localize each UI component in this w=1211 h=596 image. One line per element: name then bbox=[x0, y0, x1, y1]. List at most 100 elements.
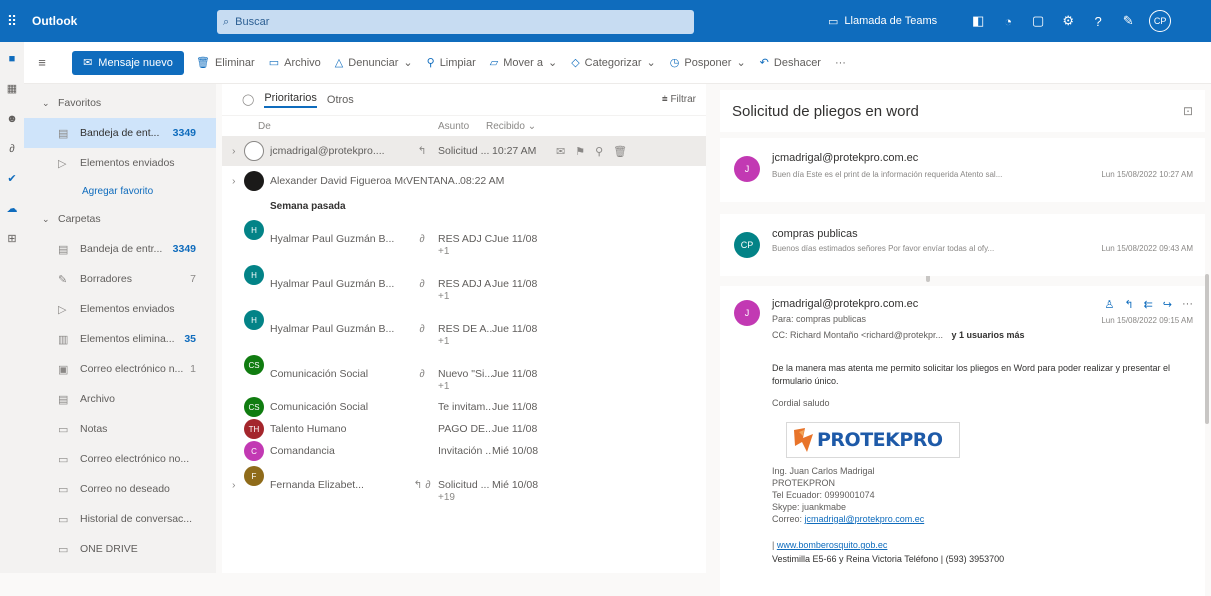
filter-label: Filtrar bbox=[670, 94, 696, 105]
flag-icon[interactable]: ⚑ bbox=[575, 145, 585, 158]
website-link[interactable]: www.bomberosquito.gob.ec bbox=[777, 540, 888, 550]
snooze-button[interactable]: ◷ Posponer ⌄ bbox=[670, 56, 746, 70]
group-header[interactable]: Semana pasada bbox=[222, 196, 706, 216]
table-row[interactable]: H Hyalmar Paul Guzmán B... ∂ RES ADJ A...Ju… bbox=[222, 261, 706, 306]
undo-button[interactable]: ↶ Deshacer bbox=[760, 56, 821, 70]
folder-conversation-history[interactable]: ▭ Historial de conversac... bbox=[24, 504, 216, 534]
move-to-button[interactable]: ▱ Mover a ⌄ bbox=[490, 56, 557, 70]
unread-count: 35 bbox=[184, 333, 196, 345]
table-row[interactable]: H Hyalmar Paul Guzmán B... ∂ RES ADJ C...Ju… bbox=[222, 216, 706, 261]
reply-all-icon[interactable]: ⇇ bbox=[1144, 298, 1153, 311]
trash-icon: ▥ bbox=[58, 333, 69, 346]
search-input[interactable]: ⌕ Buscar bbox=[217, 10, 694, 34]
like-icon[interactable]: ♙ bbox=[1104, 298, 1114, 311]
add-favorite-link[interactable]: Agregar favorito bbox=[24, 178, 216, 204]
folder-drafts[interactable]: ✎ Borradores 7 bbox=[24, 264, 216, 294]
folder-favorite-sent[interactable]: ▷ Elementos enviados bbox=[24, 148, 216, 178]
tab-other[interactable]: Otros bbox=[327, 94, 354, 106]
folder-inbox[interactable]: ▤ Bandeja de entr... 3349 bbox=[24, 234, 216, 264]
calendar-icon[interactable]: ▦ bbox=[6, 84, 18, 95]
column-received[interactable]: Recibido ⌄ bbox=[486, 121, 536, 132]
table-row[interactable]: CS Comunicación Social Te invitam... Jue 11… bbox=[222, 396, 706, 418]
inbox-icon: ▤ bbox=[58, 243, 69, 256]
top-bar: ⠿ Outlook ⌕ Buscar ▭ Llamada de Teams ◧ … bbox=[0, 0, 1211, 42]
folder-sent[interactable]: ▷ Elementos enviados bbox=[24, 294, 216, 324]
more-icon[interactable]: ··· bbox=[1182, 298, 1193, 311]
onedrive-icon[interactable]: ☁ bbox=[6, 204, 18, 215]
pin-icon[interactable]: ⚲ bbox=[595, 145, 603, 158]
message-card-collapsed[interactable]: J jcmadrigal@protekpro.com.ec Buen día E… bbox=[720, 138, 1205, 202]
table-row[interactable]: CS Comunicación Social ∂ Nuevo "Si... Jue 11… bbox=[222, 351, 706, 396]
filter-button[interactable]: ⩧ Filtrar bbox=[662, 94, 696, 105]
table-row[interactable]: TH Talento Humano PAGO DE... Jue 11/08 bbox=[222, 418, 706, 440]
attachment-icon: ∂ bbox=[419, 322, 425, 335]
reply-icon[interactable]: ↰ bbox=[1124, 298, 1133, 311]
app-launcher-icon[interactable]: ⠿ bbox=[0, 0, 24, 42]
table-row[interactable]: C Comandancia Invitación ... Mié 10/08 bbox=[222, 440, 706, 462]
menu-toggle-icon[interactable]: ≡ bbox=[24, 55, 60, 70]
people-icon[interactable]: ☻ bbox=[6, 114, 18, 125]
popout-icon[interactable]: ⊡ bbox=[1183, 104, 1193, 118]
app-name[interactable]: Outlook bbox=[32, 14, 207, 28]
settings-icon[interactable]: ⚙ bbox=[1053, 13, 1083, 29]
archive-button[interactable]: ▭ Archivo bbox=[269, 56, 321, 70]
message-sender[interactable]: jcmadrigal@protekpro.com.ec bbox=[772, 298, 918, 310]
signature-mail-link[interactable]: jcmadrigal@protekpro.com.ec bbox=[805, 514, 925, 524]
more-actions-button[interactable]: ··· bbox=[835, 57, 846, 69]
row-checkbox[interactable] bbox=[244, 141, 264, 161]
tab-focused[interactable]: Prioritarios bbox=[264, 92, 317, 108]
apps-icon[interactable]: ⊞ bbox=[6, 234, 18, 245]
chevron-right-icon[interactable]: › bbox=[232, 175, 236, 187]
todo-icon[interactable]: ✔ bbox=[6, 174, 18, 185]
card-date: Lun 15/08/2022 09:43 AM bbox=[1101, 244, 1193, 253]
archive-icon: ▤ bbox=[58, 393, 69, 406]
folder-one-drive[interactable]: ▭ ONE DRIVE bbox=[24, 534, 216, 564]
folder-deleted[interactable]: ▥ Elementos elimina... 35 bbox=[24, 324, 216, 354]
row-subject: Solicitud ... bbox=[438, 478, 490, 491]
sweep-button[interactable]: ⚲ Limpiar bbox=[427, 56, 476, 70]
folder-favorite-inbox[interactable]: ▤ Bandeja de ent... 3349 bbox=[24, 118, 216, 148]
mail-icon[interactable]: ■ bbox=[6, 54, 18, 65]
column-from[interactable]: De bbox=[222, 121, 438, 132]
row-date: 08:22 AM bbox=[460, 175, 505, 187]
attach-icon[interactable]: ∂ bbox=[6, 144, 18, 155]
chevron-down-icon: ⌄ bbox=[736, 57, 746, 69]
onenote-icon[interactable]: ▢ bbox=[1023, 13, 1053, 29]
folder-spam[interactable]: ▭ Correo no deseado bbox=[24, 474, 216, 504]
row-subject: PAGO DE... bbox=[438, 423, 492, 435]
table-row[interactable]: H Hyalmar Paul Guzmán B... ∂ RES DE A... Jue… bbox=[222, 306, 706, 351]
help-icon[interactable]: ? bbox=[1083, 14, 1113, 29]
categorize-button[interactable]: ◇ Categorizar ⌄ bbox=[571, 56, 656, 70]
new-message-button[interactable]: ✉ Mensaje nuevo bbox=[72, 50, 184, 75]
item-count: 1 bbox=[190, 363, 196, 375]
folder-email-other[interactable]: ▭ Correo electrónico no... bbox=[24, 444, 216, 474]
favorites-header[interactable]: ⌄ Favoritos bbox=[24, 88, 216, 118]
report-button[interactable]: △ Denunciar ⌄ bbox=[335, 56, 413, 70]
teams-call-button[interactable]: ▭ Llamada de Teams bbox=[828, 15, 937, 28]
forward-icon[interactable]: ↪ bbox=[1163, 298, 1172, 311]
reading-scrollbar[interactable] bbox=[1205, 274, 1209, 424]
teams-chat-icon[interactable]: ◧ bbox=[963, 13, 993, 29]
row-subject: RES ADJ A... bbox=[438, 277, 492, 290]
delete-icon[interactable]: 🗑 bbox=[613, 145, 627, 158]
table-row[interactable]: › F Fernanda Elizabet... ↰ ∂ Solicitud ... Mi… bbox=[222, 462, 706, 507]
reminders-icon[interactable]: ◔ bbox=[993, 14, 1023, 29]
chevron-right-icon[interactable]: › bbox=[232, 145, 236, 157]
table-row[interactable]: › Alexander David Figueroa Mo... VENTANA… bbox=[222, 166, 706, 196]
folder-junk[interactable]: ▣ Correo electrónico n... 1 bbox=[24, 354, 216, 384]
column-subject[interactable]: Asunto bbox=[438, 121, 486, 132]
folder-archive[interactable]: ▤ Archivo bbox=[24, 384, 216, 414]
delete-button[interactable]: 🗑 Eliminar bbox=[196, 56, 255, 70]
feedback-icon[interactable]: ✎ bbox=[1113, 13, 1143, 29]
message-card-collapsed[interactable]: CP compras publicas Buenos días estimado… bbox=[720, 214, 1205, 276]
cc-more-link[interactable]: y 1 usuarios más bbox=[951, 330, 1024, 340]
folders-header[interactable]: ⌄ Carpetas bbox=[24, 204, 216, 234]
table-row[interactable]: › jcmadrigal@protekpro.... ↰ Solicitud .… bbox=[222, 136, 706, 166]
mark-read-icon[interactable]: ✉ bbox=[556, 145, 565, 158]
avatar[interactable]: CP bbox=[1149, 10, 1172, 32]
folder-label: Bandeja de entr... bbox=[80, 243, 163, 255]
select-all-checkbox[interactable]: ◯ bbox=[242, 93, 254, 106]
folder-notes[interactable]: ▭ Notas bbox=[24, 414, 216, 444]
chevron-right-icon[interactable]: › bbox=[232, 479, 236, 491]
tag-icon: ◇ bbox=[571, 57, 580, 69]
